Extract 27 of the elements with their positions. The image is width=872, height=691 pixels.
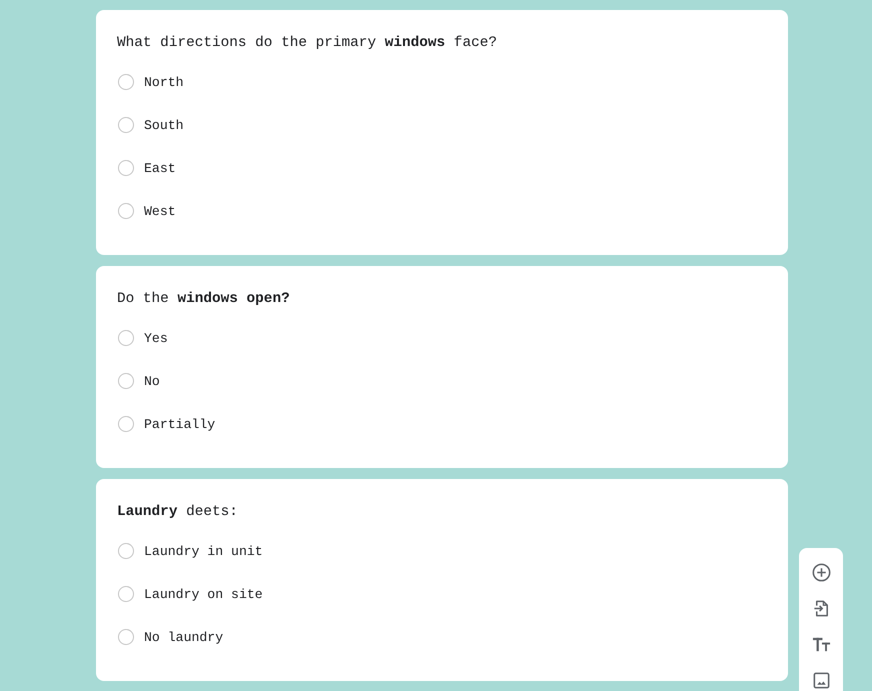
option-label: North: [144, 74, 184, 90]
option-label: No: [144, 374, 160, 388]
radio-button[interactable]: [118, 543, 134, 559]
option-label: No laundry: [144, 630, 224, 644]
question-title: Do the windows open?: [117, 290, 291, 309]
option-label: Yes: [144, 330, 168, 346]
question-title: What directions do the primary windows face?: [117, 34, 498, 53]
add-circle-icon[interactable]: [812, 563, 830, 582]
import-file-icon[interactable]: [812, 599, 830, 618]
option-label: Partially: [144, 416, 216, 432]
radio-button[interactable]: [118, 74, 134, 90]
radio-button[interactable]: [118, 373, 134, 389]
radio-button[interactable]: [118, 117, 134, 133]
option-label: Laundry in unit: [144, 544, 263, 558]
text-size-icon[interactable]: [812, 635, 830, 654]
option-label: East: [144, 160, 176, 176]
image-icon[interactable]: [812, 671, 830, 690]
radio-button[interactable]: [118, 203, 134, 219]
option-label: West: [144, 204, 176, 218]
radio-button[interactable]: [118, 416, 134, 432]
option-label: Laundry on site: [144, 586, 263, 602]
radio-button[interactable]: [118, 160, 134, 176]
option-label: South: [144, 118, 184, 132]
radio-button[interactable]: [118, 586, 134, 602]
radio-button[interactable]: [118, 330, 134, 346]
question-title: Laundry deets:: [117, 503, 239, 522]
radio-button[interactable]: [118, 629, 134, 645]
